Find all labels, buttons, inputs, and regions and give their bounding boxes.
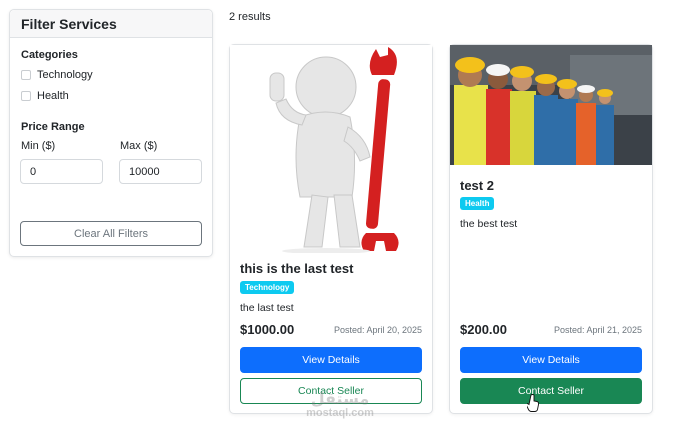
checkbox-icon[interactable] <box>21 91 31 101</box>
min-price-input[interactable]: 0 <box>20 159 103 184</box>
category-badge: Health <box>460 197 495 210</box>
categories-heading: Categories <box>21 49 78 61</box>
service-image-wrench-figure[interactable] <box>230 45 432 253</box>
category-badge: Technology <box>240 281 295 294</box>
results-count: 2 results <box>229 11 271 23</box>
service-title: test 2 <box>460 178 494 193</box>
watermark-arabic: مستقل <box>310 391 370 408</box>
clear-filters-button[interactable]: Clear All Filters <box>20 221 202 246</box>
view-details-button[interactable]: View Details <box>240 347 422 373</box>
posted-date: Posted: April 20, 2025 <box>333 325 422 335</box>
service-price: $1000.00 <box>240 322 295 337</box>
watermark: مستقل mostaql.com <box>298 391 382 420</box>
filter-panel: Filter Services Categories Technology He… <box>9 9 213 257</box>
category-checkbox-technology[interactable]: Technology <box>21 69 93 81</box>
category-checkbox-health[interactable]: Health <box>21 90 69 102</box>
max-price-label: Max ($) <box>120 140 158 152</box>
service-price: $200.00 <box>460 322 507 337</box>
category-label: Technology <box>37 69 93 81</box>
service-description: the best test <box>460 218 518 230</box>
watermark-latin: mostaql.com <box>306 407 374 419</box>
service-description: the last test <box>240 302 294 314</box>
service-card: test 2 Health the best test $200.00 Post… <box>449 44 653 414</box>
checkbox-icon[interactable] <box>21 70 31 80</box>
hand-cursor-icon <box>527 394 539 412</box>
min-price-label: Min ($) <box>21 140 56 152</box>
service-title: this is the last test <box>240 261 354 276</box>
category-label: Health <box>37 90 69 102</box>
max-price-input[interactable]: 10000 <box>119 159 202 184</box>
filter-panel-title: Filter Services <box>10 10 212 38</box>
service-image-workers[interactable] <box>450 45 652 165</box>
contact-seller-button[interactable]: Contact Seller <box>460 378 642 404</box>
posted-date: Posted: April 21, 2025 <box>553 325 642 335</box>
service-card: this is the last test Technology the las… <box>229 44 433 414</box>
view-details-button[interactable]: View Details <box>460 347 642 373</box>
price-range-heading: Price Range <box>21 121 85 133</box>
